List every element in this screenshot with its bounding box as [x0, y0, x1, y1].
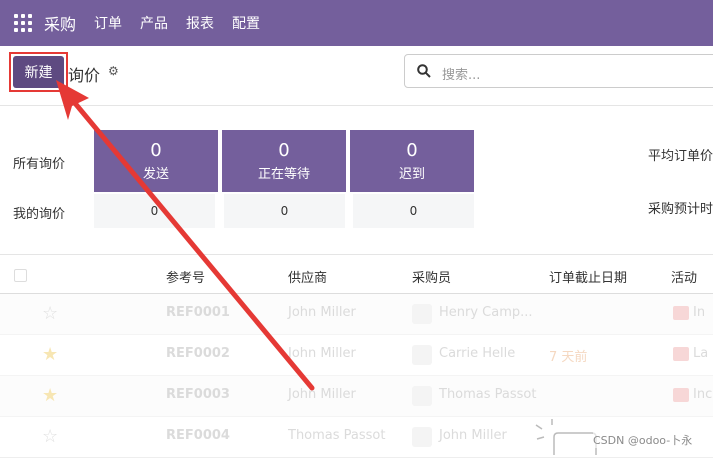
tile-waiting[interactable]: 0 正在等待 [222, 130, 346, 192]
search-placeholder: 搜索... [442, 68, 481, 83]
tile-label: 发送 [142, 167, 169, 182]
my-rfq-label: 我的询价 [13, 207, 66, 222]
col-activity[interactable]: 活动 [671, 267, 697, 286]
top-navbar: 采购 订单 产品 报表 配置 [0, 0, 713, 46]
col-vendor[interactable]: 供应商 [288, 267, 327, 286]
select-all-checkbox[interactable] [14, 269, 27, 282]
watermark: CSDN @odoo-卜永 [593, 432, 693, 448]
menu-configuration[interactable]: 配置 [232, 13, 260, 33]
tile-label: 迟到 [398, 167, 425, 182]
new-button[interactable]: 新建 [13, 56, 64, 88]
menu-products[interactable]: 产品 [140, 13, 168, 33]
my-waiting-count[interactable]: 0 [224, 194, 345, 228]
tile-count: 0 [150, 140, 162, 161]
all-rfq-label: 所有询价 [13, 157, 66, 172]
my-late-count[interactable]: 0 [353, 194, 474, 228]
menu-reports[interactable]: 报表 [186, 13, 214, 33]
menu-orders[interactable]: 订单 [94, 13, 122, 33]
search-input[interactable]: 搜索... [404, 54, 713, 88]
tile-sent[interactable]: 0 发送 [94, 130, 218, 192]
col-reference[interactable]: 参考号 [166, 267, 205, 286]
search-icon [417, 64, 431, 78]
purchase-lead-time-label: 采购预计时 [648, 202, 713, 217]
apps-menu-icon[interactable] [14, 14, 32, 32]
app-name[interactable]: 采购 [44, 11, 76, 35]
tile-label: 正在等待 [257, 167, 310, 182]
avg-order-value-label: 平均订单价 [648, 149, 713, 164]
gear-icon[interactable]: ⚙ [108, 64, 119, 78]
tile-count: 0 [406, 140, 418, 161]
page-title: 询价 [68, 66, 101, 85]
my-sent-count[interactable]: 0 [94, 194, 215, 228]
tile-late[interactable]: 0 迟到 [350, 130, 474, 192]
tile-count: 0 [278, 140, 290, 161]
control-panel: 新建 询价 ⚙ 搜索... [0, 46, 713, 106]
col-deadline[interactable]: 订单截止日期 [549, 267, 627, 286]
table-header: 参考号 供应商 采购员 订单截止日期 活动 [0, 254, 713, 294]
col-buyer[interactable]: 采购员 [412, 267, 451, 286]
